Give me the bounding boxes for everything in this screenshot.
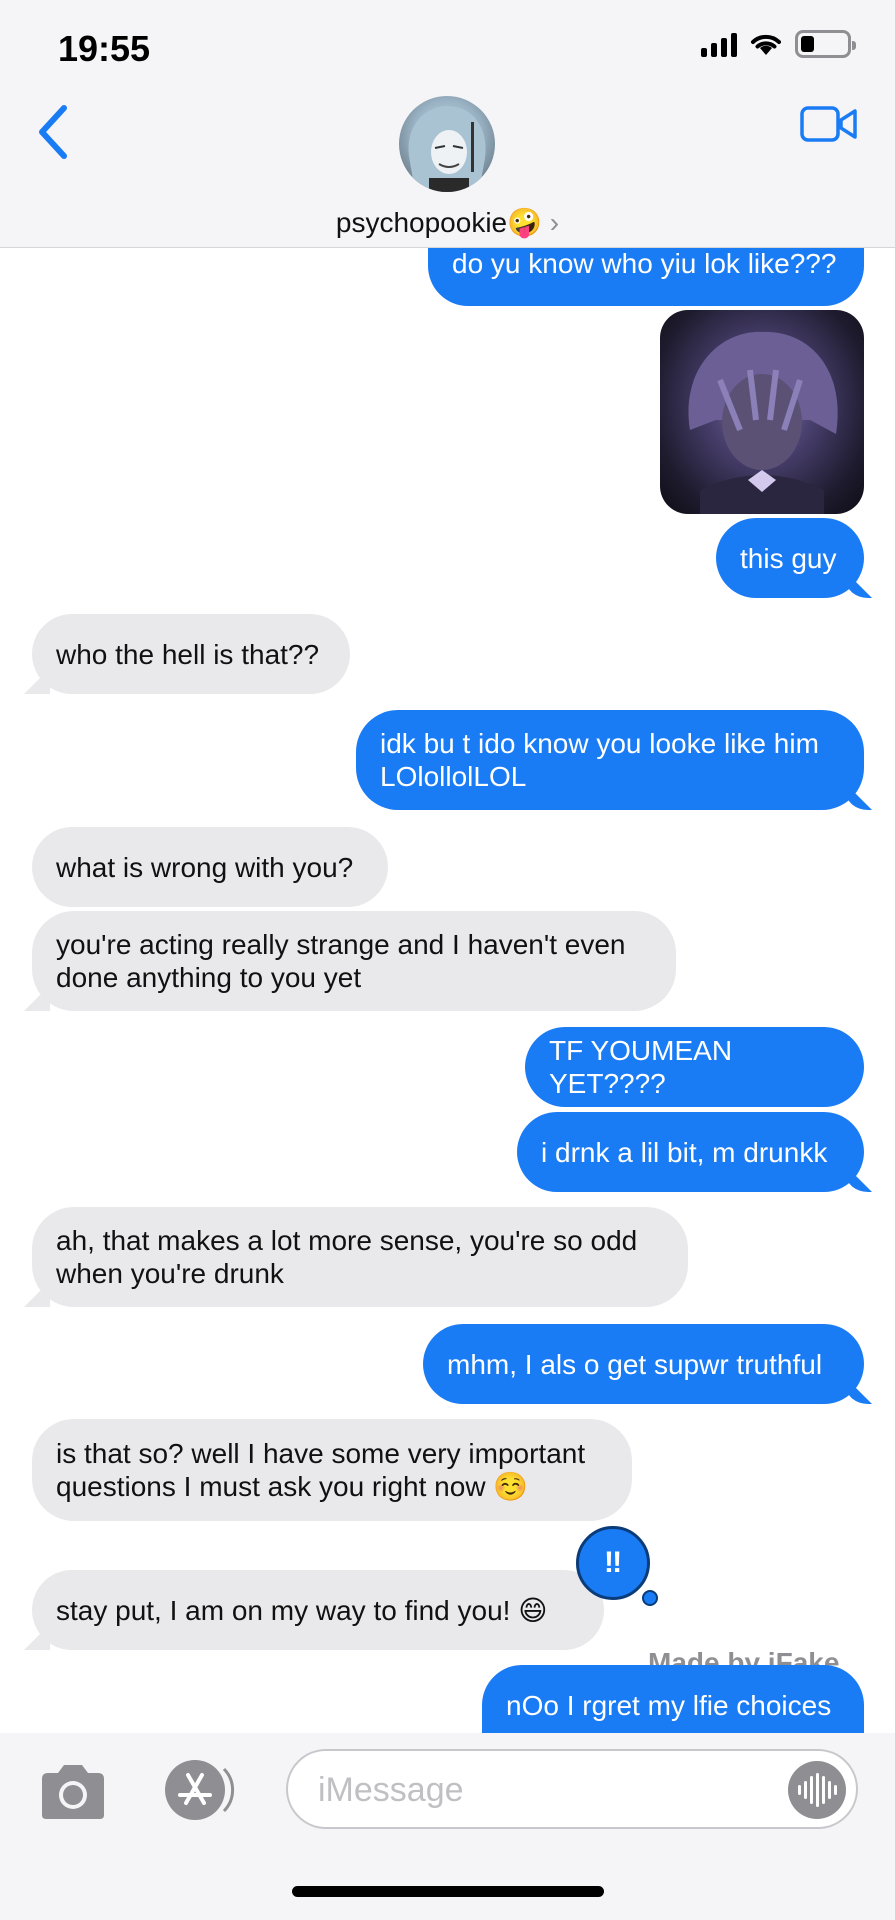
- wifi-icon: [751, 34, 781, 55]
- contact-name[interactable]: psychopookie🤪 ›: [0, 206, 895, 239]
- message-text: nOo I rgret my lfie choices: [506, 1690, 832, 1721]
- message-bubble-incoming[interactable]: what is wrong with you?: [32, 827, 388, 907]
- image-content: [688, 331, 838, 514]
- conversation-header: 19:55 psychopookie🤪 ›: [0, 0, 895, 248]
- chevron-right-icon: ›: [549, 207, 560, 238]
- status-time: 19:55: [58, 28, 151, 69]
- message-bubble-incoming[interactable]: you're acting really strange and I haven…: [32, 911, 676, 1011]
- message-text: TF YOUMEAN YET????: [549, 1035, 733, 1099]
- message-bubble-outgoing[interactable]: this guy: [716, 518, 864, 598]
- message-text: this guy: [740, 542, 837, 574]
- message-bubble-incoming[interactable]: who the hell is that??: [32, 614, 350, 694]
- home-indicator[interactable]: [292, 1886, 604, 1897]
- message-text: ah, that makes a lot more sense, you're …: [56, 1225, 638, 1289]
- reaction-tail: [642, 1590, 658, 1606]
- double-exclamation-icon: ‼: [603, 1546, 623, 1579]
- app-store-icon[interactable]: [158, 1757, 240, 1823]
- message-text: stay put, I am on my way to find you! 😄: [56, 1594, 548, 1626]
- compose-bar: iMessage: [0, 1733, 895, 1920]
- message-bubble-incoming[interactable]: is that so? well I have some very import…: [32, 1419, 632, 1521]
- message-bubble-outgoing[interactable]: mhm, I als o get supwr truthful: [423, 1324, 864, 1404]
- contact-name-label: psychopookie🤪: [335, 207, 542, 238]
- chevron-left-icon[interactable]: [34, 102, 74, 162]
- video-camera-icon[interactable]: [799, 104, 859, 144]
- emphasize-reaction[interactable]: ‼: [576, 1526, 650, 1600]
- contact-avatar[interactable]: [399, 96, 495, 192]
- avatar-image: [408, 106, 486, 192]
- message-text: is that so? well I have some very import…: [56, 1438, 586, 1502]
- message-image[interactable]: [660, 310, 864, 514]
- message-bubble-outgoing[interactable]: TF YOUMEAN YET????: [525, 1027, 864, 1107]
- message-text: i drnk a lil bit, m drunkk: [541, 1136, 828, 1168]
- status-icons: [701, 30, 856, 58]
- battery-icon: [795, 30, 856, 58]
- message-input-placeholder: iMessage: [318, 1771, 464, 1809]
- message-bubble-incoming[interactable]: stay put, I am on my way to find you! 😄: [32, 1570, 604, 1650]
- camera-icon[interactable]: [36, 1761, 110, 1823]
- battery-level: [801, 36, 815, 52]
- message-text: idk bu t ido know you looke like him LOl…: [380, 728, 819, 792]
- message-text: do yu know who yiu lok like???: [452, 248, 837, 279]
- message-input[interactable]: iMessage: [286, 1749, 858, 1829]
- voice-waveform-icon[interactable]: [788, 1761, 846, 1819]
- message-text: what is wrong with you?: [56, 851, 354, 883]
- cellular-signal-icon: [701, 31, 737, 57]
- message-bubble-outgoing[interactable]: idk bu t ido know you looke like him LOl…: [356, 710, 864, 810]
- message-bubble-outgoing[interactable]: i drnk a lil bit, m drunkk: [517, 1112, 864, 1192]
- message-text: who the hell is that??: [56, 638, 320, 670]
- message-text: you're acting really strange and I haven…: [56, 929, 626, 993]
- message-text: mhm, I als o get supwr truthful: [447, 1348, 823, 1380]
- message-bubble-incoming[interactable]: ah, that makes a lot more sense, you're …: [32, 1207, 688, 1307]
